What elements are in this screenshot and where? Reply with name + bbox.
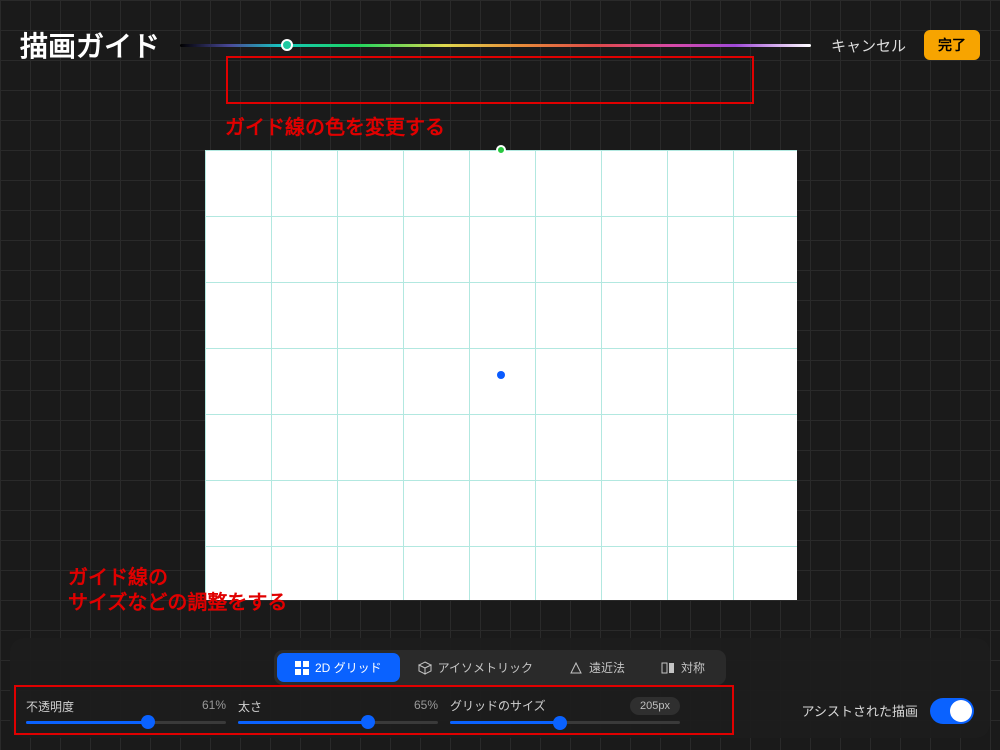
annotation-size-adjust: ガイド線の サイズなどの調整をする	[68, 566, 287, 616]
header: 描画ガイド キャンセル 完了	[0, 0, 1000, 90]
tab-symmetry[interactable]: 対称	[643, 653, 723, 682]
tab-perspective[interactable]: 遠近法	[551, 653, 643, 682]
slider-row: 不透明度 61% 太さ 65% グリッドのサイズ 205px アシストされた描画	[26, 697, 974, 724]
annotation-color-change: ガイド線の色を変更する	[225, 116, 445, 141]
gridsize-label: グリッドのサイズ	[450, 697, 546, 715]
assisted-drawing-toggle[interactable]	[930, 698, 974, 724]
symmetry-icon	[661, 661, 675, 675]
cancel-button[interactable]: キャンセル	[831, 35, 906, 56]
hue-handle[interactable]	[281, 39, 293, 51]
hue-slider[interactable]	[180, 21, 811, 69]
assisted-drawing-label: アシストされた描画	[802, 701, 918, 720]
page-title: 描画ガイド	[20, 25, 160, 65]
tab-2d-grid[interactable]: 2D グリッド	[277, 653, 400, 682]
thickness-label: 太さ	[238, 698, 262, 715]
thickness-value: 65%	[414, 698, 438, 715]
grid-icon	[295, 661, 309, 675]
gridsize-slider[interactable]: グリッドのサイズ 205px	[450, 697, 680, 724]
canvas-preview[interactable]	[205, 150, 797, 600]
gridsize-value: 205px	[630, 697, 680, 715]
tab-isometric[interactable]: アイソメトリック	[400, 653, 551, 682]
opacity-label: 不透明度	[26, 698, 74, 715]
done-button[interactable]: 完了	[924, 30, 980, 60]
guide-type-tabs: 2D グリッド アイソメトリック 遠近法 対称	[274, 650, 726, 685]
opacity-slider[interactable]: 不透明度 61%	[26, 698, 226, 724]
thickness-slider[interactable]: 太さ 65%	[238, 698, 438, 724]
cube-icon	[418, 661, 432, 675]
opacity-value: 61%	[202, 698, 226, 715]
perspective-icon	[569, 661, 583, 675]
assisted-drawing: アシストされた描画	[802, 698, 974, 724]
canvas-top-handle[interactable]	[496, 145, 506, 155]
canvas-center-dot[interactable]	[497, 371, 505, 379]
bottom-toolbar: 2D グリッド アイソメトリック 遠近法 対称 不透明度 61% 太さ 65%	[10, 638, 990, 738]
